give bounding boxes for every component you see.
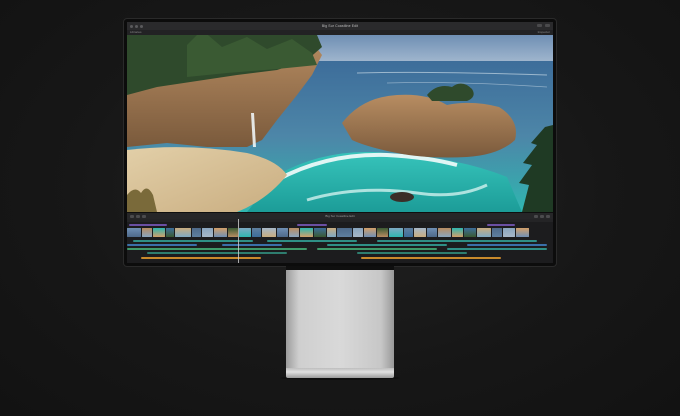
connected-clip[interactable] (467, 244, 547, 246)
timeline-clip[interactable] (353, 228, 363, 237)
timeline-clip[interactable] (262, 228, 276, 237)
timeline[interactable] (127, 219, 553, 263)
timeline-tools-right (534, 215, 550, 218)
timeline-clip[interactable] (142, 228, 152, 237)
timeline-clip[interactable] (300, 228, 313, 237)
window-title: Big Sur Coastline Edit (321, 24, 359, 28)
title-bar: Big Sur Coastline Edit (127, 22, 553, 30)
connected-clip[interactable] (222, 244, 282, 246)
libraries-button[interactable]: Libraries (130, 31, 142, 34)
timeline-clip[interactable] (438, 228, 451, 237)
display-monitor: Big Sur Coastline Edit Libraries Inspect… (124, 19, 556, 266)
connected-title-clip[interactable] (129, 224, 167, 226)
monitor-stand (286, 270, 394, 370)
timeline-clip[interactable] (127, 228, 141, 237)
connected-title-clip[interactable] (297, 224, 327, 226)
timeline-ruler[interactable] (127, 219, 553, 222)
timeline-clip[interactable] (214, 228, 227, 237)
timeline-clip[interactable] (389, 228, 403, 237)
timeline-clip[interactable] (202, 228, 213, 237)
connected-title-clip[interactable] (487, 224, 515, 226)
timeline-clip[interactable] (452, 228, 463, 237)
timeline-clip[interactable] (464, 228, 476, 237)
viewer-frame (127, 35, 553, 212)
timeline-clip[interactable] (503, 228, 515, 237)
timeline-clip[interactable] (377, 228, 388, 237)
connected-clip[interactable] (127, 244, 197, 246)
playhead[interactable] (238, 219, 239, 263)
app-window: Big Sur Coastline Edit Libraries Inspect… (127, 22, 553, 263)
timeline-clip[interactable] (477, 228, 491, 237)
title-bar-actions (537, 24, 550, 27)
connected-clip[interactable] (267, 240, 357, 242)
timeline-clip[interactable] (228, 228, 238, 237)
timeline-clip[interactable] (192, 228, 201, 237)
timeline-clip[interactable] (516, 228, 529, 237)
timeline-clip[interactable] (252, 228, 261, 237)
zoom-slider[interactable] (546, 215, 550, 218)
timeline-clip[interactable] (166, 228, 174, 237)
timeline-clip[interactable] (239, 228, 251, 237)
timeline-clip[interactable] (327, 228, 336, 237)
connected-clip[interactable] (377, 240, 537, 242)
audio-clip[interactable] (357, 252, 467, 254)
timeline-clip[interactable] (427, 228, 437, 237)
timeline-clip[interactable] (314, 228, 326, 237)
fullscreen-icon[interactable] (545, 24, 550, 27)
stand-foot (286, 368, 394, 378)
inspector-button[interactable]: Inspector (538, 31, 550, 34)
primary-storyline (127, 228, 553, 237)
audio-clip[interactable] (127, 248, 307, 250)
audio-clip[interactable] (317, 248, 437, 250)
video-viewer[interactable] (127, 35, 553, 212)
music-clip[interactable] (361, 257, 501, 259)
timeline-clip[interactable] (289, 228, 299, 237)
music-clip[interactable] (141, 257, 261, 259)
connected-clip[interactable] (327, 244, 447, 246)
audio-clip[interactable] (447, 248, 547, 250)
skimming-icon[interactable] (540, 215, 544, 218)
timeline-clip[interactable] (404, 228, 413, 237)
snapping-icon[interactable] (534, 215, 538, 218)
timeline-clip[interactable] (153, 228, 165, 237)
connected-clip[interactable] (133, 240, 253, 242)
audio-clip[interactable] (147, 252, 287, 254)
timeline-clip[interactable] (364, 228, 376, 237)
timeline-clip[interactable] (175, 228, 191, 237)
timeline-clip[interactable] (414, 228, 426, 237)
timeline-clip[interactable] (277, 228, 288, 237)
timeline-clip[interactable] (337, 228, 352, 237)
timeline-clip[interactable] (492, 228, 502, 237)
share-icon[interactable] (537, 24, 542, 27)
